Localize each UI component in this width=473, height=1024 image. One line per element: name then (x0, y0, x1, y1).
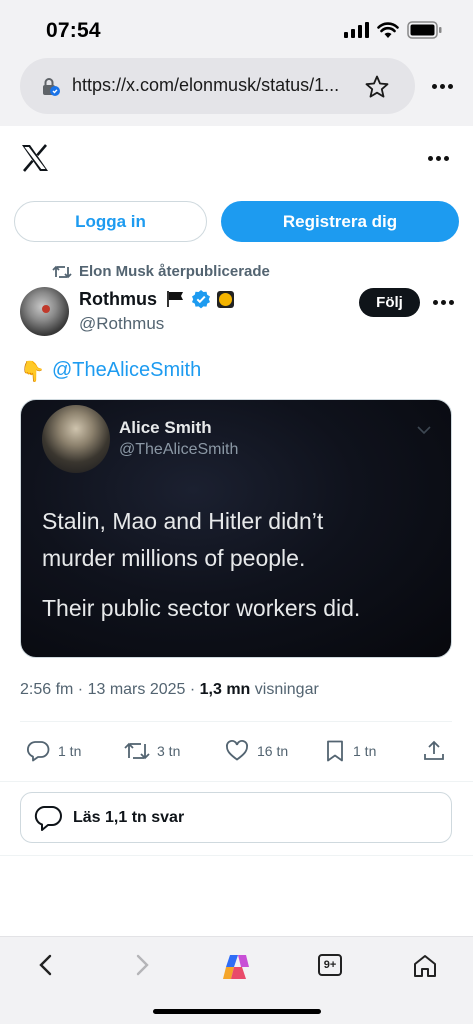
views-label: visningar (250, 681, 319, 698)
chevron-down-icon (417, 426, 431, 435)
affiliate-badge-icon (217, 291, 234, 308)
quoted-text-line: murder millions of people. (42, 545, 306, 571)
url-text[interactable]: https://x.com/elonmusk/status/1... (72, 75, 362, 96)
like-count: 16 tn (257, 743, 289, 759)
views-count: 1,3 mn (199, 681, 251, 698)
pointing-down-emoji-icon: 👇 (20, 361, 45, 383)
repost-icon[interactable] (123, 739, 151, 763)
author-name[interactable]: Rothmus (79, 289, 157, 310)
forward-arrow-icon[interactable] (132, 953, 152, 977)
author-handle[interactable]: @Rothmus (79, 314, 164, 334)
login-button[interactable]: Logga in (14, 201, 207, 242)
bookmark-count: 1 tn (353, 743, 377, 759)
page-more-icon[interactable] (428, 156, 450, 162)
x-logo-icon[interactable] (20, 144, 50, 172)
reply-count: 1 tn (58, 743, 82, 759)
reply-bubble-icon (34, 806, 62, 831)
wifi-icon (377, 22, 399, 38)
browser-more-icon[interactable] (432, 84, 454, 90)
divider (0, 855, 473, 856)
divider (0, 781, 473, 782)
battery-icon (407, 21, 442, 39)
home-indicator (153, 1009, 321, 1014)
browser-chrome: 07:54 https://x.com/elonmusk/status/1... (0, 0, 473, 126)
star-icon[interactable] (364, 74, 390, 100)
tabs-button[interactable]: 9+ (318, 954, 342, 976)
copilot-icon[interactable] (220, 953, 252, 981)
status-time: 07:54 (46, 19, 101, 42)
status-bar: 07:54 (0, 0, 473, 58)
share-icon[interactable] (422, 739, 446, 763)
heart-icon[interactable] (225, 739, 249, 763)
lock-icon[interactable] (40, 76, 62, 98)
tweet-timestamp[interactable]: 2:56 fm · 13 mars 2025 · (20, 681, 200, 698)
verified-badge-icon (192, 290, 210, 309)
tweet-actions: 1 tn 3 tn 16 tn 1 tn (0, 735, 473, 767)
quoted-avatar (42, 405, 110, 473)
quoted-handle: @TheAliceSmith (119, 441, 239, 458)
home-icon[interactable] (412, 953, 438, 979)
signup-button[interactable]: Registrera dig (221, 201, 459, 242)
quoted-text-line: Stalin, Mao and Hitler didn’t (42, 508, 324, 534)
read-replies-label: Läs 1,1 tn svar (73, 809, 185, 826)
repost-label[interactable]: Elon Musk återpublicerade (79, 263, 270, 280)
black-flag-icon (167, 291, 183, 307)
divider (20, 721, 452, 722)
follow-button[interactable]: Följ (359, 288, 420, 317)
quoted-text-line: Their public sector workers did. (42, 595, 361, 621)
repost-small-icon (52, 265, 72, 279)
author-avatar[interactable] (20, 287, 69, 336)
tabs-count: 9+ (323, 959, 337, 971)
repost-count: 3 tn (157, 743, 181, 759)
quoted-name: Alice Smith (119, 418, 212, 437)
reply-icon[interactable] (26, 739, 50, 763)
back-arrow-icon[interactable] (36, 953, 56, 977)
read-replies-button[interactable]: Läs 1,1 tn svar (20, 792, 452, 843)
cellular-signal-icon (344, 22, 369, 38)
address-bar[interactable]: https://x.com/elonmusk/status/1... (20, 58, 415, 114)
tweet-more-icon[interactable] (433, 300, 455, 306)
bookmark-icon[interactable] (324, 739, 346, 763)
tweet-meta: 2:56 fm · 13 mars 2025 · 1,3 mn visninga… (20, 681, 319, 699)
mention-link[interactable]: @TheAliceSmith (52, 359, 201, 382)
tweet-media-image[interactable]: Alice Smith @TheAliceSmith Stalin, Mao a… (20, 399, 452, 658)
